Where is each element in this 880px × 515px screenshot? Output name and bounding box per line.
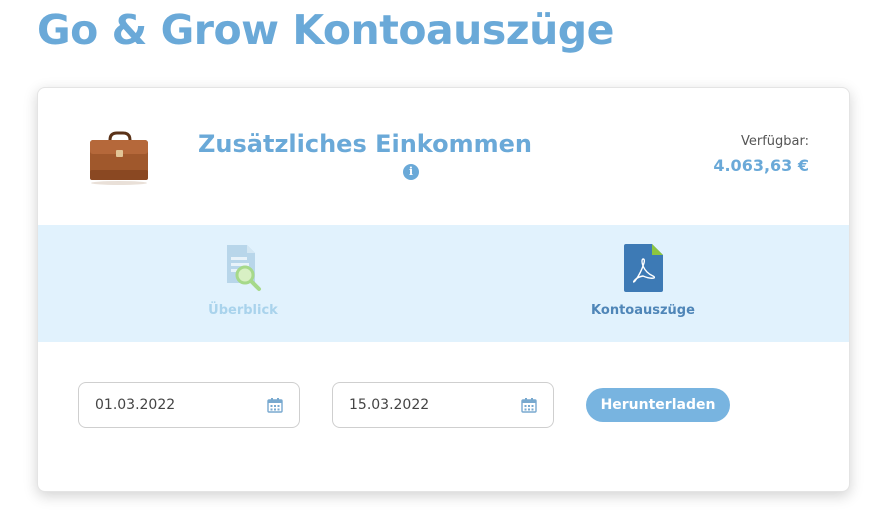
date-from-input[interactable]: [95, 383, 255, 427]
download-button[interactable]: Herunterladen: [586, 388, 730, 422]
tab-statements[interactable]: Kontoauszüge: [543, 225, 743, 342]
calendar-icon[interactable]: [521, 397, 537, 413]
document-search-icon: [227, 245, 261, 291]
info-icon[interactable]: i: [403, 164, 419, 180]
date-from-field[interactable]: [78, 382, 300, 428]
account-name: Zusätzliches Einkommen: [198, 130, 532, 158]
tab-bar: Überblick Kontoauszüge: [38, 225, 849, 342]
account-header: Zusätzliches Einkommen i Verfügbar: 4.06…: [38, 88, 849, 225]
account-card: Zusätzliches Einkommen i Verfügbar: 4.06…: [37, 87, 850, 492]
page: Go & Grow Kontoauszüge Zusätzliches Eink…: [0, 0, 880, 515]
tab-statements-label: Kontoauszüge: [591, 303, 695, 318]
page-title: Go & Grow Kontoauszüge: [37, 6, 614, 54]
briefcase-icon: [90, 131, 148, 185]
calendar-icon[interactable]: [267, 397, 283, 413]
tab-overview[interactable]: Überblick: [143, 225, 343, 342]
available-amount: 4.063,63 €: [713, 156, 809, 175]
available-label: Verfügbar:: [740, 134, 809, 149]
pdf-file-icon: [624, 244, 663, 292]
tab-overview-label: Überblick: [208, 303, 278, 318]
date-to-input[interactable]: [349, 383, 509, 427]
filter-row: Herunterladen: [38, 342, 849, 491]
date-to-field[interactable]: [332, 382, 554, 428]
